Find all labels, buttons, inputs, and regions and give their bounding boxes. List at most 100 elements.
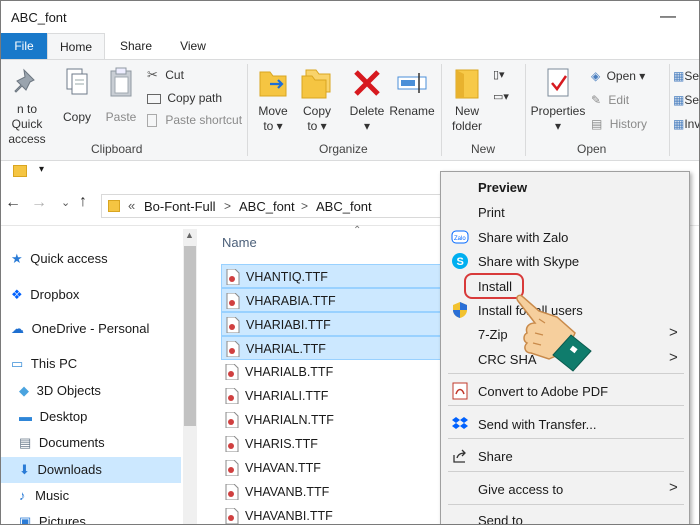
dropbox-transfer-icon [451, 415, 469, 433]
paste-shortcut-button[interactable]: Paste shortcut [147, 111, 242, 129]
minimize-button[interactable]: — [653, 7, 683, 27]
nav-label: Quick access [30, 251, 108, 266]
move-folder-icon [259, 71, 287, 97]
menu-item-share[interactable]: Share [478, 449, 513, 464]
download-icon: ⬇ [19, 462, 30, 477]
edit-button[interactable]: ✎ Edit [591, 91, 629, 109]
cut-button[interactable]: ✂ Cut [147, 66, 184, 84]
document-icon: ▤ [19, 435, 32, 450]
invert-selection-button[interactable]: ▦Inv [673, 115, 699, 133]
properties-button[interactable]: Properties ▾ [529, 66, 587, 134]
music-note-icon: ♪ [19, 488, 26, 503]
nav-label: OneDrive - Personal [31, 321, 150, 336]
delete-button[interactable]: Delete ▾ [347, 66, 387, 134]
nav-item-quick-access[interactable]: ★ Quick access [11, 247, 108, 271]
easy-access-button[interactable]: ▭▾ [493, 90, 509, 103]
nav-item-desktop[interactable]: ▬ Desktop [19, 405, 87, 429]
menu-item-install[interactable]: Install [478, 279, 512, 294]
history-button[interactable]: ▤ History [591, 115, 647, 133]
nav-item-documents[interactable]: ▤ Documents [19, 431, 105, 455]
select-none-button[interactable]: ▦Sel [673, 91, 699, 109]
file-row[interactable]: VHARIALI.TTF [221, 384, 441, 408]
nav-item-3d-objects[interactable]: ◆ 3D Objects [19, 379, 101, 403]
delete-label: Delete [349, 104, 385, 118]
history-icon: ▤ [591, 117, 603, 131]
menu-item-7zip[interactable]: 7-Zip [478, 327, 508, 342]
up-arrow-icon[interactable]: ↑ [79, 193, 87, 211]
nav-item-pictures[interactable]: ▣ Pictures [19, 510, 86, 524]
move-to-button[interactable]: Move to ▾ [253, 66, 293, 134]
pin-to-quick-access-button[interactable]: n to Quick access [1, 66, 53, 147]
column-header-name[interactable]: Name [222, 235, 257, 250]
file-row[interactable]: VHARIABI.TTF [221, 312, 441, 336]
ribbon-tabs: File Home Share View [1, 33, 699, 59]
new-item-icon: ▯▾ [493, 69, 505, 81]
submenu-arrow-icon: > [669, 349, 678, 366]
select-all-button[interactable]: ▦Sel [673, 67, 699, 85]
group-new: New [471, 142, 496, 156]
nav-label: This PC [30, 356, 78, 371]
paste-shortcut-label: Paste shortcut [165, 113, 243, 127]
new-item-button[interactable]: ▯▾ [493, 68, 505, 81]
back-arrow-icon[interactable]: ← [5, 194, 21, 212]
file-row[interactable]: VHAVANB.TTF [221, 480, 441, 504]
font-file-icon [225, 387, 239, 405]
menu-item-share-skype[interactable]: Share with Skype [478, 254, 579, 269]
tab-view[interactable]: View [171, 33, 215, 59]
ribbon-separator [525, 64, 526, 156]
tab-file[interactable]: File [1, 33, 47, 59]
rename-button[interactable]: Rename [389, 66, 435, 119]
new-folder-button[interactable]: New folder [447, 66, 487, 134]
invert-icon: ▦ [673, 117, 685, 131]
file-row[interactable]: VHARIAL.TTF [221, 336, 441, 360]
copy-to-button[interactable]: Copy to ▾ [297, 66, 337, 134]
font-file-icon [225, 507, 239, 524]
nav-label: Documents [38, 435, 105, 450]
overflow-chevrons[interactable]: « [128, 198, 135, 213]
scroll-up-icon[interactable]: ▲ [185, 230, 194, 240]
file-row[interactable]: VHAVAN.TTF [221, 456, 441, 480]
open-icon: ◈ [591, 69, 601, 83]
file-row[interactable]: VHARABIA.TTF [221, 288, 441, 312]
nav-scroll-thumb[interactable] [184, 246, 196, 426]
menu-item-send-to[interactable]: Send to [478, 513, 523, 524]
open-button[interactable]: ◈ Open ▾ [591, 67, 645, 85]
breadcrumb-separator[interactable]: > [301, 199, 308, 213]
nav-item-this-pc[interactable]: ▭ This PC [11, 352, 77, 376]
menu-item-give-access[interactable]: Give access to [478, 482, 563, 497]
tab-share[interactable]: Share [113, 33, 159, 59]
forward-arrow-icon[interactable]: → [31, 194, 47, 212]
nav-item-music[interactable]: ♪ Music [19, 484, 69, 508]
copy-button[interactable]: Copy [57, 66, 97, 125]
zalo-icon: Zalo [451, 228, 469, 246]
breadcrumb-1[interactable]: Bo-Font-Full [144, 199, 216, 214]
breadcrumb-2[interactable]: ABC_font [239, 199, 295, 214]
paste-button[interactable]: Paste [101, 66, 141, 125]
file-row[interactable]: VHANTIQ.TTF [221, 264, 441, 288]
easy-access-icon: ▭▾ [493, 91, 509, 103]
nav-item-downloads[interactable]: ⬇ Downloads [19, 458, 102, 482]
window-title: ABC_font [11, 10, 67, 25]
menu-item-convert-pdf[interactable]: Convert to Adobe PDF [478, 384, 608, 399]
tab-home[interactable]: Home [47, 33, 105, 59]
breadcrumb-3[interactable]: ABC_font [316, 199, 372, 214]
nav-item-onedrive[interactable]: ☁ OneDrive - Personal [11, 317, 149, 341]
delete-x-icon [354, 70, 380, 96]
recent-locations-icon[interactable]: ⌄ [61, 196, 70, 209]
file-row[interactable]: VHARIS.TTF [221, 432, 441, 456]
file-name: VHARIAL.TTF [246, 342, 326, 356]
ribbon-separator [247, 64, 248, 156]
file-row[interactable]: VHARIALB.TTF [221, 360, 441, 384]
menu-item-print[interactable]: Print [478, 205, 505, 220]
menu-item-share-zalo[interactable]: Share with Zalo [478, 230, 568, 245]
breadcrumb-separator[interactable]: > [224, 199, 231, 213]
file-row[interactable]: VHARIALN.TTF [221, 408, 441, 432]
nav-item-dropbox[interactable]: ❖ Dropbox [11, 283, 79, 307]
customize-dropdown-icon[interactable]: ▾ [39, 164, 44, 175]
file-name: VHARIABI.TTF [246, 318, 331, 332]
menu-item-send-transfer[interactable]: Send with Transfer... [478, 417, 597, 432]
menu-item-preview[interactable]: Preview [478, 180, 527, 195]
copy-path-button[interactable]: Copy path [147, 89, 222, 107]
address-bar[interactable]: « Bo-Font-Full > ABC_font > ABC_font [101, 194, 461, 218]
file-row[interactable]: VHAVANBI.TTF [221, 504, 441, 524]
